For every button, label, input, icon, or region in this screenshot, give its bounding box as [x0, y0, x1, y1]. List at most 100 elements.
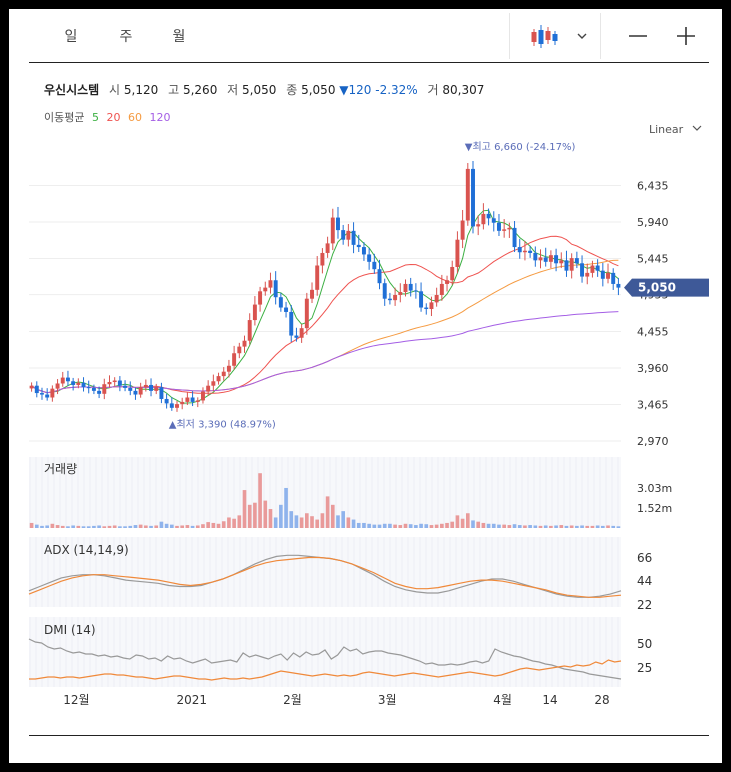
volume-bar: [247, 504, 252, 528]
volume-bar: [263, 500, 268, 528]
candle-body: [86, 387, 91, 389]
candle-body: [336, 217, 340, 231]
volume-bar: [585, 525, 590, 528]
x-tick-label: 4월: [493, 693, 512, 707]
indicator-y-tick: 66: [637, 551, 652, 565]
x-tick-label: 14: [542, 693, 557, 707]
candle-body: [481, 213, 486, 225]
candle-body: [200, 391, 205, 401]
volume-bar: [242, 490, 247, 528]
indicator-y-tick: 44: [637, 574, 652, 588]
volume-bar: [486, 523, 491, 528]
candle-body: [128, 387, 133, 391]
volume-panel: 거래량 3.03m 1.52m: [29, 457, 672, 528]
volume-bar: [190, 525, 195, 528]
candle-body: [387, 298, 392, 301]
candle-body: [491, 218, 496, 223]
candle-body: [34, 385, 39, 394]
volume-bar: [429, 525, 434, 528]
candle-body: [45, 394, 50, 398]
volume-bar: [123, 526, 127, 528]
candle-body: [315, 265, 320, 290]
volume-bar: [258, 473, 262, 528]
candle-body: [206, 385, 211, 392]
volume-bar: [517, 525, 522, 528]
volume-bar: [601, 525, 605, 528]
volume-bar: [50, 523, 55, 528]
volume-bar: [528, 525, 532, 528]
candle-body: [574, 258, 579, 264]
volume-bar: [221, 521, 226, 528]
volume-bar: [460, 518, 465, 528]
candle-body: [50, 388, 55, 398]
candle-body: [403, 283, 408, 293]
volume-bar: [377, 524, 382, 528]
volume-bar: [149, 525, 153, 528]
candle-body: [159, 387, 164, 399]
volume-bar: [289, 511, 294, 528]
indicator-title: ADX (14,14,9): [44, 543, 129, 557]
candle-body: [143, 384, 148, 388]
volume-bar: [408, 524, 413, 528]
candle-body: [382, 283, 387, 299]
chart-area[interactable]: 6,4355,9405,4454,9554,4553,9603,4652,970…: [9, 9, 722, 763]
volume-bar: [185, 525, 190, 528]
candle-body: [71, 381, 76, 385]
max-price-annotation: ▼최고 6,660 (-24.17%): [465, 141, 576, 153]
volume-bar: [237, 515, 242, 528]
candle-body: [65, 377, 70, 382]
volume-bar: [325, 496, 330, 528]
volume-bar: [40, 525, 44, 528]
volume-bar: [336, 515, 340, 528]
volume-bar: [367, 523, 371, 528]
candle-body: [123, 385, 128, 388]
volume-bar: [60, 525, 65, 528]
volume-bar: [372, 524, 377, 528]
volume-bar: [382, 523, 387, 528]
candle-body: [258, 291, 263, 305]
adx-panel: ADX (14,14,9) 66 44 22: [28, 537, 652, 612]
candle-body: [439, 283, 444, 295]
volume-bar: [434, 524, 439, 528]
volume-bar: [102, 526, 107, 528]
y-tick-label: 6,435: [637, 180, 669, 193]
candle-body: [361, 247, 366, 255]
candle-body: [190, 397, 195, 402]
volume-bar: [497, 524, 501, 528]
volume-panel-bg: [29, 457, 621, 528]
candle-body: [278, 297, 283, 308]
candle-body: [304, 298, 309, 329]
volume-title: 거래량: [44, 462, 77, 476]
x-tick-label: 28: [594, 693, 609, 707]
candle-body: [450, 266, 455, 281]
volume-bar: [227, 517, 231, 528]
x-tick-label: 2021: [177, 693, 208, 707]
volume-bar: [351, 519, 356, 528]
candle-body: [445, 280, 450, 284]
volume-bar: [538, 525, 543, 528]
volume-bar: [481, 522, 486, 528]
candle-body: [211, 381, 216, 386]
candle-body: [346, 230, 351, 240]
volume-y-tick: 1.52m: [637, 502, 672, 515]
volume-bar: [575, 525, 579, 528]
y-tick-label: 3,465: [637, 399, 669, 412]
volume-bar: [305, 513, 309, 528]
volume-bar: [86, 526, 91, 528]
volume-bar: [330, 504, 335, 528]
last-price-label: 5,050: [638, 281, 676, 295]
volume-bar: [590, 525, 595, 528]
indicator-y-tick: 22: [637, 598, 652, 612]
volume-bar: [465, 513, 470, 528]
volume-bar: [107, 525, 112, 528]
candle-body: [138, 387, 143, 395]
volume-bar: [211, 522, 216, 528]
volume-bar: [502, 524, 506, 528]
volume-bar: [403, 523, 408, 528]
volume-bar: [144, 525, 148, 528]
volume-bar: [533, 525, 538, 528]
x-axis: 12월 2021 2월 3월 4월 14 28: [63, 693, 609, 707]
candle-body: [512, 227, 517, 248]
volume-bar: [315, 519, 320, 528]
price-panel: 6,4355,9405,4454,9554,4553,9603,4652,970…: [29, 141, 709, 448]
